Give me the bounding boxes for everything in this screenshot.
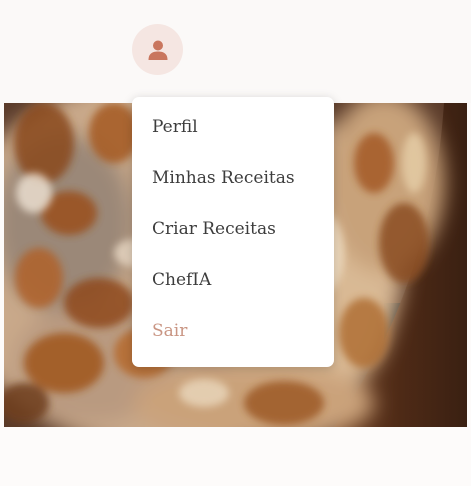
menu-item-my-recipes[interactable]: Minhas Receitas [132, 160, 334, 211]
page-footer-area [0, 427, 471, 486]
user-dropdown-menu: Perfil Minhas Receitas Criar Receitas Ch… [132, 97, 334, 367]
menu-item-profile[interactable]: Perfil [132, 109, 334, 160]
top-header [0, 0, 471, 103]
menu-item-logout[interactable]: Sair [132, 313, 334, 364]
menu-item-chefia[interactable]: ChefIA [132, 262, 334, 313]
user-avatar-button[interactable] [132, 24, 183, 75]
menu-item-create-recipes[interactable]: Criar Receitas [132, 211, 334, 262]
user-icon [147, 39, 169, 61]
